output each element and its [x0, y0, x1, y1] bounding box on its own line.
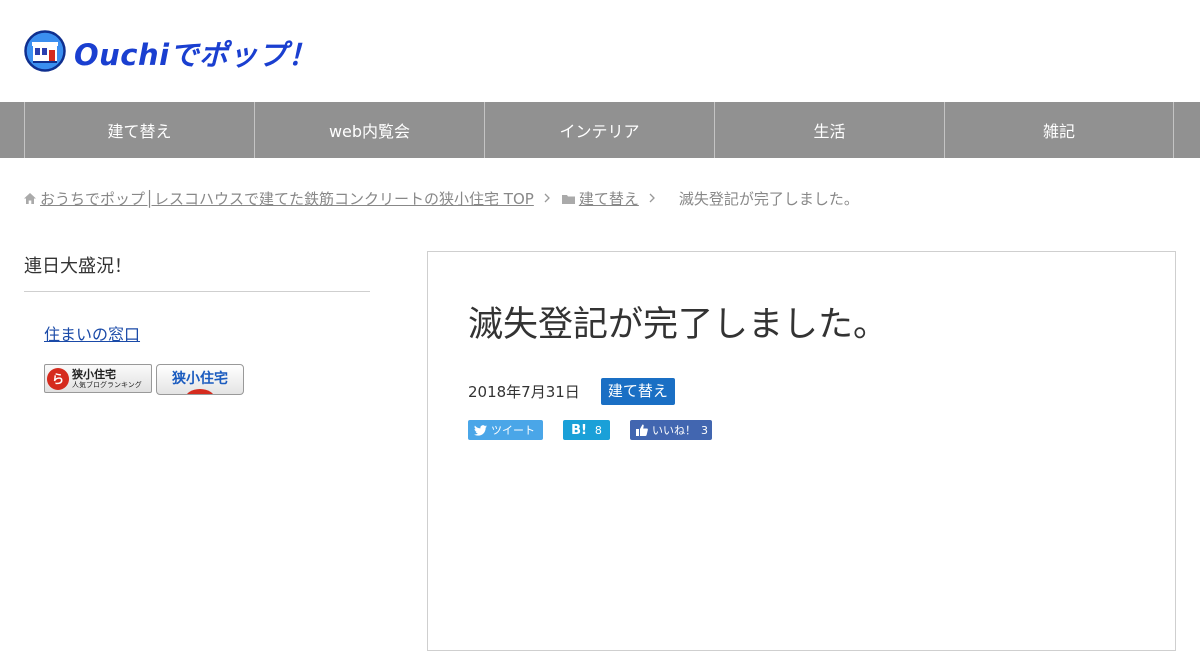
- chevron-right-icon: [649, 191, 655, 207]
- tweet-button[interactable]: ツイート: [468, 420, 543, 440]
- home-icon: [24, 193, 36, 204]
- hatena-bookmark-button[interactable]: B! 8: [563, 420, 610, 440]
- hatena-count: 8: [594, 423, 602, 437]
- breadcrumb: おうちでポップ│レスコハウスで建てた鉄筋コンクリートの狭小住宅 TOP 建て替え…: [24, 188, 859, 209]
- banner-title: 狭小住宅: [72, 367, 116, 381]
- facebook-like-button[interactable]: いいね！ 3: [630, 420, 712, 440]
- blog-ranking-banner[interactable]: ら 狭小住宅 人気ブログランキング: [44, 364, 152, 393]
- folder-icon: [561, 194, 575, 204]
- nav-item-web-tour[interactable]: web内覧会: [254, 102, 484, 158]
- article-card: 滅失登記が完了しました。 2018年7月31日 建て替え ツイート B! 8 い…: [427, 251, 1176, 651]
- red-circle-icon: [185, 389, 215, 394]
- thumbs-up-icon: [636, 424, 648, 436]
- like-label: いいね！: [652, 424, 696, 437]
- site-header: Ouchiでポップ！: [0, 0, 1200, 102]
- breadcrumb-category-link[interactable]: 建て替え: [579, 188, 639, 209]
- nav-item-misc[interactable]: 雑記: [944, 102, 1174, 158]
- site-logo[interactable]: Ouchiでポップ！: [24, 30, 317, 76]
- banner-subtitle: 人気ブログランキング: [72, 380, 142, 389]
- nav-item-interior[interactable]: インテリア: [484, 102, 714, 158]
- share-buttons: ツイート B! 8 いいね！ 3: [468, 420, 732, 440]
- article-title: 滅失登記が完了しました。: [468, 305, 889, 345]
- house-logo-icon: [24, 30, 66, 76]
- site-title: Ouchiでポップ！: [74, 38, 318, 72]
- mura-ranking-banner[interactable]: 狭小住宅: [156, 364, 244, 395]
- breadcrumb-home-link[interactable]: おうちでポップ│レスコハウスで建てた鉄筋コンクリートの狭小住宅 TOP: [40, 188, 534, 209]
- ranking-logo-icon: ら: [47, 367, 69, 390]
- main-nav: 建て替え web内覧会 インテリア 生活 雑記: [0, 102, 1200, 158]
- ranking-banners: ら 狭小住宅 人気ブログランキング 狭小住宅: [44, 364, 370, 395]
- category-badge[interactable]: 建て替え: [600, 378, 675, 405]
- nav-item-life[interactable]: 生活: [714, 102, 944, 158]
- article-meta: 2018年7月31日 建て替え: [468, 378, 675, 405]
- tweet-label: ツイート: [491, 424, 535, 437]
- widget-title: 連日大盛況！: [24, 252, 370, 292]
- banner2-title: 狭小住宅: [172, 371, 228, 387]
- chevron-right-icon: [544, 191, 550, 207]
- sidebar: 連日大盛況！ 住まいの窓口 ら 狭小住宅 人気ブログランキング 狭小住宅: [24, 252, 370, 395]
- sumai-madoguchi-link[interactable]: 住まいの窓口: [44, 321, 370, 345]
- hatena-icon: B!: [571, 422, 587, 438]
- article-date: 2018年7月31日: [468, 383, 580, 401]
- twitter-icon: [474, 424, 487, 436]
- nav-item-rebuild[interactable]: 建て替え: [24, 102, 254, 158]
- breadcrumb-current: 滅失登記が完了しました。: [678, 190, 859, 208]
- banner-text: 狭小住宅 人気ブログランキング: [72, 369, 142, 389]
- like-count: 3: [701, 423, 708, 437]
